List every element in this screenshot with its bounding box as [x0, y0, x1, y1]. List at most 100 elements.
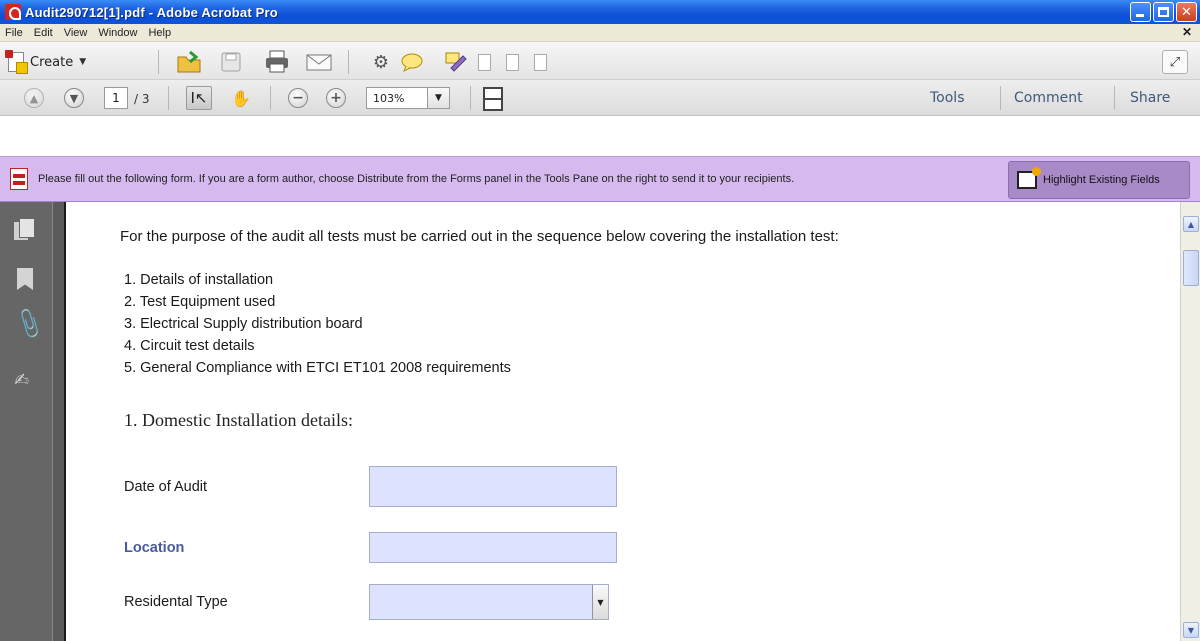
form-document-icon: [10, 168, 30, 190]
zoom-value: 103%: [366, 87, 428, 109]
arrow-up-icon: ▲: [1187, 219, 1195, 229]
scroll-down-button[interactable]: ▼: [1183, 622, 1199, 638]
comment-bubble-icon: [401, 53, 423, 72]
section-heading: 1. Domestic Installation details:: [124, 410, 353, 430]
page-total-label: / 3: [134, 92, 150, 106]
comment-pane-button[interactable]: Comment: [1014, 88, 1083, 108]
minus-icon: −: [288, 88, 308, 108]
form-notice-bar: Please fill out the following form. If y…: [0, 156, 1200, 202]
document-close-icon[interactable]: ✕: [1182, 25, 1192, 39]
form-notice-text: Please fill out the following form. If y…: [38, 173, 795, 185]
window-title: Audit290712[1].pdf - Adobe Acrobat Pro: [25, 4, 278, 20]
open-button[interactable]: [176, 50, 202, 74]
menu-window[interactable]: Window: [93, 27, 143, 39]
plus-icon: +: [326, 88, 346, 108]
bookmark-icon[interactable]: [17, 268, 33, 290]
next-page-button[interactable]: ▼: [64, 88, 84, 108]
arrow-up-icon: ▲: [24, 88, 44, 108]
chevron-down-icon[interactable]: ▼: [428, 87, 450, 109]
gear-icon: ⚙: [372, 51, 390, 73]
hand-icon: ✋: [231, 88, 251, 108]
highlight-fields-icon: [1017, 167, 1041, 189]
share-label: Share: [1130, 90, 1171, 106]
chevron-down-icon[interactable]: ▼: [592, 585, 608, 619]
highlighter-icon: [445, 52, 467, 72]
minimize-button[interactable]: [1130, 2, 1151, 22]
minimize-icon: [1136, 14, 1144, 17]
toolbar-divider: [348, 50, 349, 74]
hand-tool-button[interactable]: ✋: [228, 86, 254, 110]
scroll-thumb[interactable]: [1183, 250, 1199, 286]
navigation-pane: 📎 ✍: [0, 202, 64, 641]
fullscreen-button[interactable]: ⤢: [1162, 50, 1188, 74]
menu-edit[interactable]: Edit: [29, 27, 59, 39]
document-gray-icon: [533, 53, 547, 71]
navigation-toolbar: ▲ ▼ 1 / 3 I↖ ✋ − + 103% ▼ Tools Comment …: [0, 80, 1200, 116]
comment-label: Comment: [1014, 90, 1083, 106]
zoom-out-button[interactable]: −: [288, 88, 308, 108]
list-item: 1. Details of installation: [124, 272, 274, 288]
list-item: 2. Test Equipment used: [124, 294, 276, 310]
page-number-value: 1: [104, 87, 128, 109]
text-cursor-arrow-icon: I↖: [190, 89, 208, 107]
page-total: / 3: [134, 89, 150, 109]
page-display-button[interactable]: [480, 86, 506, 112]
document-view: For the purpose of the audit all tests m…: [64, 202, 1180, 641]
open-folder-icon: [177, 50, 201, 73]
select-tool-button[interactable]: I↖: [186, 86, 212, 110]
create-pdf-icon: [5, 50, 28, 74]
printer-icon: [266, 50, 288, 73]
location-label: Location: [124, 540, 185, 556]
maximize-button[interactable]: [1153, 2, 1174, 22]
toolbar-divider: [470, 86, 471, 110]
paperclip-icon[interactable]: 📎: [11, 307, 46, 341]
tools-pane-button[interactable]: Tools: [930, 88, 965, 108]
highlight-text-button[interactable]: [444, 51, 468, 73]
acrobat-pdf-icon: [5, 4, 21, 20]
highlight-fields-label: Highlight Existing Fields: [1043, 174, 1160, 186]
zoom-select[interactable]: 103% ▼: [366, 87, 450, 109]
menu-view[interactable]: View: [59, 27, 94, 39]
page-thumbnails-icon[interactable]: [14, 218, 35, 242]
save-button[interactable]: [220, 51, 242, 73]
list-item: 4. Circuit test details: [124, 338, 255, 354]
document-action-button-1[interactable]: [474, 51, 494, 73]
previous-page-button[interactable]: ▲: [24, 88, 44, 108]
tools-label: Tools: [930, 90, 965, 106]
location-input[interactable]: [369, 532, 617, 563]
document-action-button-2[interactable]: [502, 51, 522, 73]
email-button[interactable]: [306, 51, 332, 73]
navigation-pane-splitter[interactable]: [52, 202, 64, 641]
window-controls: ✕: [1130, 2, 1197, 22]
main-toolbar: Create ▼ ⚙ ⤢: [0, 42, 1200, 80]
zoom-in-button[interactable]: +: [326, 88, 346, 108]
menu-file[interactable]: File: [0, 27, 29, 39]
toolbar-divider: [158, 50, 159, 74]
document-action-button-3[interactable]: [530, 51, 550, 73]
window-titlebar: Audit290712[1].pdf - Adobe Acrobat Pro ✕: [0, 0, 1200, 24]
menu-help[interactable]: Help: [143, 27, 177, 39]
list-item: 5. General Compliance with ETCI ET101 20…: [124, 360, 511, 376]
share-pane-button[interactable]: Share: [1130, 88, 1170, 108]
settings-button[interactable]: ⚙: [370, 51, 392, 73]
single-page-icon: [483, 87, 503, 111]
scroll-up-button[interactable]: ▲: [1183, 216, 1199, 232]
highlight-fields-button[interactable]: Highlight Existing Fields: [1008, 161, 1190, 199]
residential-type-value: [370, 585, 592, 619]
signature-icon[interactable]: ✍: [14, 370, 29, 391]
vertical-scrollbar[interactable]: ▲ ▼: [1180, 202, 1200, 641]
arrow-down-icon: ▼: [64, 88, 84, 108]
expand-arrows-icon: ⤢: [1169, 54, 1181, 70]
page-number-input[interactable]: 1: [104, 87, 128, 109]
toolbar-divider: [270, 86, 271, 110]
toolbar-divider: [1114, 86, 1115, 110]
envelope-icon: [306, 54, 332, 71]
date-of-audit-input[interactable]: [369, 466, 617, 507]
toolbar-divider: [1000, 86, 1001, 110]
print-button[interactable]: [264, 50, 290, 74]
close-window-button[interactable]: ✕: [1176, 2, 1197, 22]
create-button[interactable]: Create ▼: [5, 50, 86, 74]
sticky-note-button[interactable]: [400, 51, 424, 73]
residential-type-select[interactable]: ▼: [369, 584, 609, 620]
document-gray-icon: [477, 53, 491, 71]
